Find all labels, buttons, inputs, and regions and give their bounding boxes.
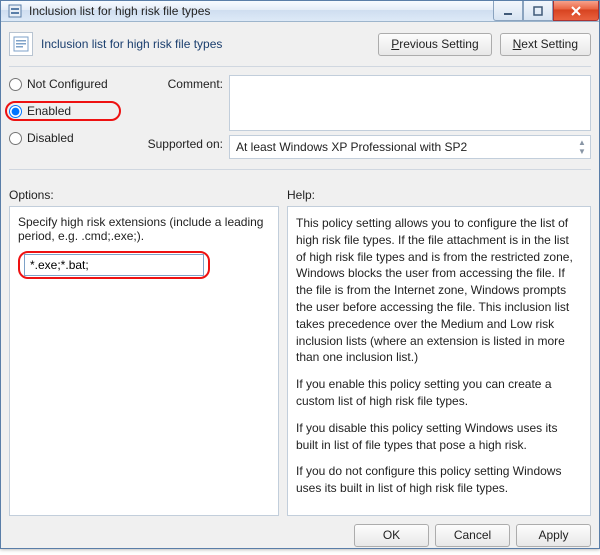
page-icon	[9, 32, 33, 56]
options-hint: Specify high risk extensions (include a …	[18, 215, 270, 243]
radio-enabled-input[interactable]	[9, 105, 22, 118]
comment-input[interactable]	[229, 75, 591, 131]
divider	[9, 169, 591, 170]
ok-button[interactable]: OK	[354, 524, 429, 547]
policy-dialog: Inclusion list for high risk file types …	[0, 0, 600, 549]
cancel-button[interactable]: Cancel	[435, 524, 510, 547]
titlebar[interactable]: Inclusion list for high risk file types	[1, 1, 599, 22]
window-buttons	[493, 1, 599, 21]
divider	[9, 66, 591, 67]
radio-not-configured-label: Not Configured	[27, 77, 108, 91]
previous-setting-button[interactable]: Previous Setting	[378, 33, 491, 56]
state-radios: Not Configured Enabled Disabled	[9, 75, 121, 159]
highlight-annotation	[18, 251, 210, 279]
radio-enabled-label: Enabled	[27, 104, 71, 118]
supported-on-text: At least Windows XP Professional with SP…	[236, 140, 467, 154]
radio-disabled-label: Disabled	[27, 131, 74, 145]
config-row: Not Configured Enabled Disabled Comment:	[9, 75, 591, 159]
comment-label: Comment:	[139, 75, 223, 91]
next-setting-button[interactable]: Next Setting	[500, 33, 591, 56]
minimize-icon	[503, 6, 513, 16]
minimize-button[interactable]	[493, 1, 523, 21]
header-row: Inclusion list for high risk file types …	[9, 32, 591, 56]
page-title: Inclusion list for high risk file types	[41, 37, 222, 51]
help-pane: Help: This policy setting allows you to …	[287, 188, 591, 516]
dialog-footer: OK Cancel Apply	[9, 516, 591, 547]
supported-on-label: Supported on:	[139, 135, 223, 151]
extensions-input[interactable]	[24, 254, 204, 276]
policy-icon	[7, 3, 23, 19]
client-area: Inclusion list for high risk file types …	[1, 22, 599, 555]
lower-panes: Options: Specify high risk extensions (i…	[9, 188, 591, 516]
help-label: Help:	[287, 188, 591, 202]
radio-enabled[interactable]: Enabled	[5, 101, 121, 121]
radio-not-configured-input[interactable]	[9, 78, 22, 91]
help-paragraph: This policy setting allows you to config…	[296, 215, 582, 366]
radio-not-configured[interactable]: Not Configured	[9, 77, 121, 91]
options-label: Options:	[9, 188, 279, 202]
close-button[interactable]	[553, 1, 599, 21]
radio-disabled[interactable]: Disabled	[9, 131, 121, 145]
maximize-icon	[533, 6, 543, 16]
radio-disabled-input[interactable]	[9, 132, 22, 145]
options-pane: Options: Specify high risk extensions (i…	[9, 188, 279, 516]
window-title: Inclusion list for high risk file types	[29, 4, 493, 18]
scroll-arrows[interactable]: ▲▼	[578, 138, 588, 156]
options-box: Specify high risk extensions (include a …	[9, 206, 279, 516]
apply-button[interactable]: Apply	[516, 524, 591, 547]
maximize-button[interactable]	[523, 1, 553, 21]
close-icon	[570, 5, 582, 17]
help-box[interactable]: This policy setting allows you to config…	[287, 206, 591, 516]
help-paragraph: If you do not configure this policy sett…	[296, 463, 582, 497]
help-paragraph: If you enable this policy setting you ca…	[296, 376, 582, 410]
help-paragraph: If you disable this policy setting Windo…	[296, 420, 582, 454]
supported-on-value: At least Windows XP Professional with SP…	[229, 135, 591, 159]
